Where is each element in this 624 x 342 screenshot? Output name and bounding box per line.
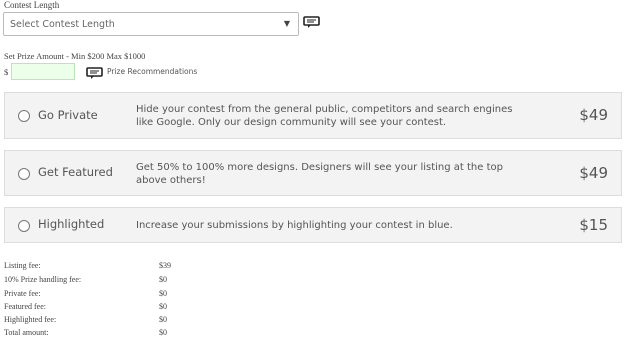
option-highlighted[interactable]: Highlighted Increase your submissions by… — [4, 207, 622, 243]
prize-amount-label: Set Prize Amount - Min $200 Max $1000 — [4, 51, 146, 61]
radio-unchecked-icon[interactable] — [18, 168, 30, 180]
contest-length-label: Contest Length — [4, 0, 60, 10]
total-amount-label: Total amount: — [4, 328, 49, 337]
option-price: $49 — [579, 106, 608, 124]
option-title: Go Private — [38, 108, 98, 122]
prize-amount-input[interactable] — [11, 63, 75, 80]
private-fee-label: Private fee: — [4, 289, 41, 298]
featured-fee-value: $0 — [159, 302, 167, 311]
listing-fee-label: Listing fee: — [4, 261, 41, 270]
option-go-private[interactable]: Go Private Hide your contest from the ge… — [4, 92, 622, 139]
option-description: Increase your submissions by highlightin… — [136, 220, 453, 231]
option-description: Get 50% to 100% more designs. Designers … — [136, 162, 503, 186]
chevron-down-icon: ▼ — [283, 19, 290, 28]
radio-unchecked-icon[interactable] — [18, 110, 30, 122]
chat-bubble-icon[interactable] — [303, 14, 320, 33]
contest-length-selected-value: Select Contest Length — [10, 19, 115, 30]
listing-fee-value: $39 — [159, 261, 171, 270]
option-price: $15 — [579, 216, 608, 234]
option-description: Hide your contest from the general publi… — [136, 104, 513, 128]
option-title: Highlighted — [38, 217, 105, 231]
featured-fee-label: Featured fee: — [4, 302, 46, 311]
prize-handling-fee-label: 10% Prize handling fee: — [4, 275, 82, 284]
option-get-featured[interactable]: Get Featured Get 50% to 100% more design… — [4, 150, 622, 196]
highlighted-fee-value: $0 — [159, 315, 167, 324]
highlighted-fee-label: Highlighted fee: — [4, 315, 57, 324]
total-amount-value: $0 — [159, 328, 167, 337]
radio-unchecked-icon[interactable] — [18, 220, 30, 232]
prize-recommendations-link[interactable]: Prize Recommendations — [107, 67, 197, 76]
prize-handling-fee-value: $0 — [159, 275, 167, 284]
chat-bubble-icon[interactable] — [86, 65, 103, 84]
option-title: Get Featured — [38, 165, 113, 179]
contest-length-select[interactable]: Select Contest Length ▼ — [3, 12, 299, 36]
currency-symbol: $ — [4, 67, 9, 77]
option-price: $49 — [579, 164, 608, 182]
private-fee-value: $0 — [159, 289, 167, 298]
